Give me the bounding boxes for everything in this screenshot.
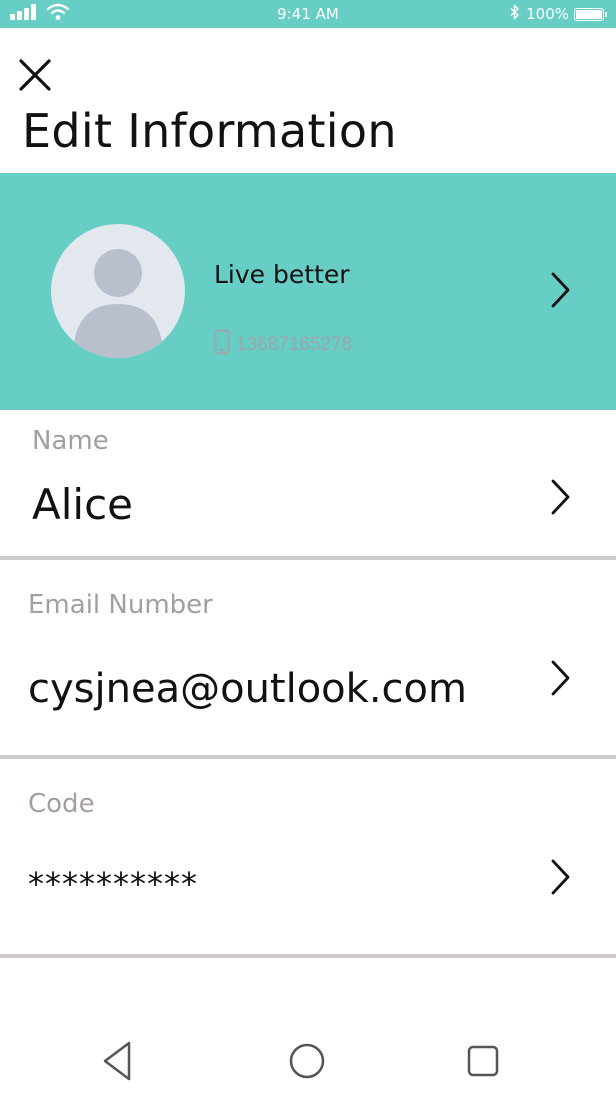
email-label: Email Number [28, 590, 213, 620]
profile-phone: 13687165278 [214, 329, 353, 361]
chevron-right-icon[interactable] [546, 477, 574, 521]
recents-icon [463, 1041, 503, 1085]
name-field[interactable]: Name Alice [0, 410, 616, 556]
code-field[interactable]: Code ********** [0, 759, 616, 954]
battery-icon [574, 7, 607, 21]
code-value: ********** [28, 865, 198, 903]
profile-name: Live better [214, 260, 350, 289]
status-bar: 9:41 AM 100% [0, 0, 616, 28]
back-button[interactable] [92, 1038, 142, 1088]
avatar-placeholder-icon [51, 249, 185, 358]
chevron-right-icon[interactable] [546, 658, 574, 702]
nav-bar [0, 1020, 616, 1100]
bluetooth-icon [509, 4, 521, 24]
divider [0, 954, 616, 958]
email-value: cysjnea@outlook.com [28, 666, 467, 712]
avatar[interactable] [51, 224, 185, 358]
code-label: Code [28, 789, 95, 819]
close-button[interactable] [12, 54, 58, 100]
name-label: Name [32, 426, 109, 456]
chevron-right-icon[interactable] [546, 857, 574, 901]
home-icon [287, 1041, 327, 1085]
phone-number: 13687165278 [236, 334, 353, 355]
battery-percentage: 100% [526, 5, 569, 23]
name-value: Alice [32, 480, 134, 529]
recents-button[interactable] [458, 1038, 508, 1088]
back-icon [97, 1039, 137, 1087]
page-title: Edit Information [22, 104, 397, 158]
home-button[interactable] [282, 1038, 332, 1088]
phone-icon [214, 329, 230, 361]
close-icon [18, 58, 52, 96]
profile-card[interactable]: Live better 13687165278 [0, 173, 616, 410]
chevron-right-icon[interactable] [546, 270, 574, 314]
email-field[interactable]: Email Number cysjnea@outlook.com [0, 560, 616, 755]
status-right: 100% [509, 3, 607, 25]
